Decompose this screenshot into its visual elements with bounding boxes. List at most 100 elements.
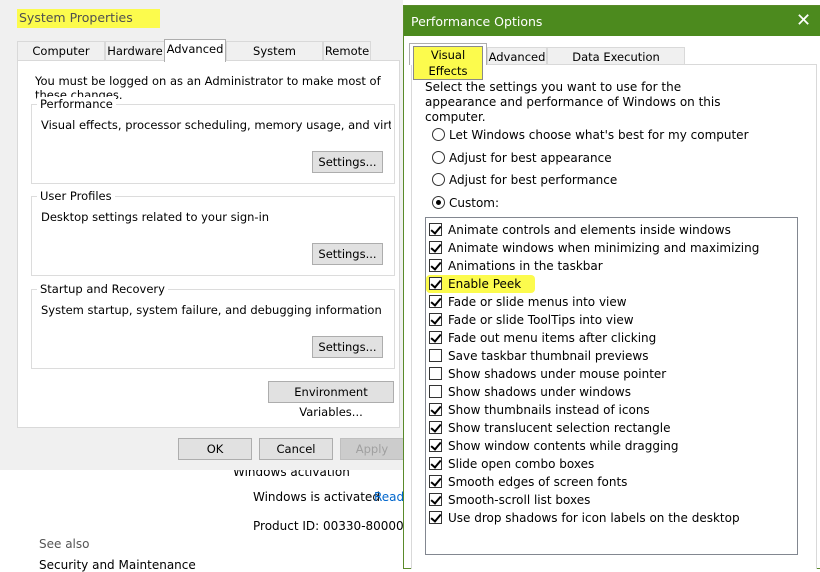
performance-settings-button[interactable]: Settings...: [312, 151, 383, 173]
effect-label: Animate controls and elements inside win…: [448, 223, 731, 237]
effect-label: Show window contents while dragging: [448, 439, 679, 453]
effect-item[interactable]: Fade or slide menus into view: [429, 293, 627, 311]
environment-variables-button[interactable]: Environment Variables...: [268, 381, 394, 419]
cancel-button[interactable]: Cancel: [259, 438, 333, 460]
radio-best-performance[interactable]: Adjust for best performance: [432, 172, 617, 188]
effect-label: Use drop shadows for icon labels on the …: [448, 511, 740, 525]
effect-item[interactable]: Use drop shadows for icon labels on the …: [429, 509, 740, 527]
startup-recovery-group: Startup and Recovery System startup, sys…: [31, 282, 395, 369]
effect-item[interactable]: Fade out menu items after clicking: [429, 329, 656, 347]
effect-label: Fade or slide ToolTips into view: [448, 313, 634, 327]
effect-item[interactable]: Enable Peek: [426, 275, 536, 293]
title-bar: Performance Options ✕: [404, 6, 820, 36]
startup-recovery-label: Startup and Recovery: [37, 282, 168, 296]
checkbox[interactable]: [429, 493, 442, 506]
effect-label: Smooth-scroll list boxes: [448, 493, 591, 507]
advanced-panel: You must be logged on as an Administrato…: [17, 60, 400, 428]
performance-desc: Visual effects, processor scheduling, me…: [41, 118, 391, 132]
checkbox[interactable]: [429, 295, 442, 308]
startup-settings-button[interactable]: Settings...: [312, 336, 383, 358]
user-profiles-desc: Desktop settings related to your sign-in: [41, 210, 270, 224]
performance-label: Performance: [37, 97, 116, 111]
product-id: Product ID: 00330-80000-434: [253, 519, 403, 533]
user-profiles-settings-button[interactable]: Settings...: [312, 243, 383, 265]
effect-label: Show translucent selection rectangle: [448, 421, 671, 435]
effect-item[interactable]: Fade or slide ToolTips into view: [429, 311, 634, 329]
checkbox[interactable]: [429, 277, 442, 290]
radio-label: Adjust for best appearance: [449, 151, 612, 165]
effect-label: Show shadows under mouse pointer: [448, 367, 667, 381]
radio-button[interactable]: [432, 128, 445, 141]
checkbox[interactable]: [429, 331, 442, 344]
checkbox[interactable]: [429, 439, 442, 452]
effect-item[interactable]: Show thumbnails instead of icons: [429, 401, 650, 419]
read-link[interactable]: Read: [374, 490, 404, 504]
radio-button[interactable]: [432, 151, 445, 164]
performance-options-window: Performance Options ✕ Visual Effects Adv…: [403, 5, 820, 569]
tab-remote[interactable]: Remote: [323, 41, 371, 61]
effect-label: Save taskbar thumbnail previews: [448, 349, 649, 363]
user-profiles-group: User Profiles Desktop settings related t…: [31, 189, 395, 276]
apply-button[interactable]: Apply: [340, 438, 404, 460]
window-title: System Properties: [17, 9, 160, 28]
effect-label: Show thumbnails instead of icons: [448, 403, 650, 417]
effect-item[interactable]: Show window contents while dragging: [429, 437, 679, 455]
intro-text: Select the settings you want to use for …: [425, 80, 721, 124]
checkbox[interactable]: [429, 511, 442, 524]
checkbox[interactable]: [429, 475, 442, 488]
see-also-heading: See also: [39, 537, 90, 551]
checkbox[interactable]: [429, 259, 442, 272]
tab-hardware[interactable]: Hardware: [105, 41, 165, 61]
effect-label: Smooth edges of screen fonts: [448, 475, 628, 489]
visual-effects-list: Animate controls and elements inside win…: [425, 217, 798, 555]
tab-visual-effects-label: Visual Effects: [413, 46, 483, 80]
tab-advanced[interactable]: Advanced: [164, 39, 226, 62]
radio-label: Let Windows choose what's best for my co…: [449, 128, 749, 142]
effect-item[interactable]: Show translucent selection rectangle: [429, 419, 671, 437]
performance-group: Performance Visual effects, processor sc…: [31, 97, 395, 184]
effect-item[interactable]: Animate windows when minimizing and maxi…: [429, 239, 759, 257]
checkbox[interactable]: [429, 457, 442, 470]
radio-custom[interactable]: Custom:: [432, 195, 499, 211]
radio-label: Adjust for best performance: [449, 173, 618, 187]
checkbox[interactable]: [429, 421, 442, 434]
ok-button[interactable]: OK: [178, 438, 252, 460]
effect-item[interactable]: Save taskbar thumbnail previews: [429, 347, 648, 365]
tab-visual-effects[interactable]: Visual Effects: [409, 43, 487, 80]
effect-label: Show shadows under windows: [448, 385, 631, 399]
effect-label: Fade or slide menus into view: [448, 295, 627, 309]
effect-item[interactable]: Show shadows under mouse pointer: [429, 365, 666, 383]
window-title: Performance Options: [411, 14, 543, 29]
effect-label: Enable Peek: [448, 277, 522, 291]
security-maintenance-link[interactable]: Security and Maintenance: [39, 558, 196, 572]
effect-item[interactable]: Smooth-scroll list boxes: [429, 491, 590, 509]
radio-best-appearance[interactable]: Adjust for best appearance: [432, 150, 612, 166]
checkbox[interactable]: [429, 385, 442, 398]
activated-status: Windows is activated: [253, 490, 380, 504]
effect-label: Animate windows when minimizing and maxi…: [448, 241, 760, 255]
system-properties-window: System Properties Computer Name Hardware…: [0, 0, 404, 470]
effect-item[interactable]: Animations in the taskbar: [429, 257, 603, 275]
tab-computer-name[interactable]: Computer Name: [17, 41, 105, 77]
checkbox[interactable]: [429, 403, 442, 416]
close-icon[interactable]: ✕: [796, 10, 811, 31]
tab-system-protection[interactable]: System Protection: [226, 41, 323, 77]
effect-item[interactable]: Animate controls and elements inside win…: [429, 221, 731, 239]
effect-label: Animations in the taskbar: [448, 259, 603, 273]
effect-label: Fade out menu items after clicking: [448, 331, 657, 345]
effect-item[interactable]: Slide open combo boxes: [429, 455, 594, 473]
checkbox[interactable]: [429, 241, 442, 254]
radio-label: Custom:: [449, 196, 500, 210]
effect-label: Slide open combo boxes: [448, 457, 595, 471]
checkbox[interactable]: [429, 367, 442, 380]
radio-button[interactable]: [432, 173, 445, 186]
radio-button[interactable]: [432, 196, 445, 209]
user-profiles-label: User Profiles: [37, 189, 115, 203]
checkbox[interactable]: [429, 313, 442, 326]
effect-item[interactable]: Smooth edges of screen fonts: [429, 473, 627, 491]
startup-recovery-desc: System startup, system failure, and debu…: [41, 303, 382, 317]
checkbox[interactable]: [429, 223, 442, 236]
checkbox[interactable]: [429, 349, 442, 362]
radio-let-windows-choose[interactable]: Let Windows choose what's best for my co…: [432, 127, 749, 143]
effect-item[interactable]: Show shadows under windows: [429, 383, 631, 401]
